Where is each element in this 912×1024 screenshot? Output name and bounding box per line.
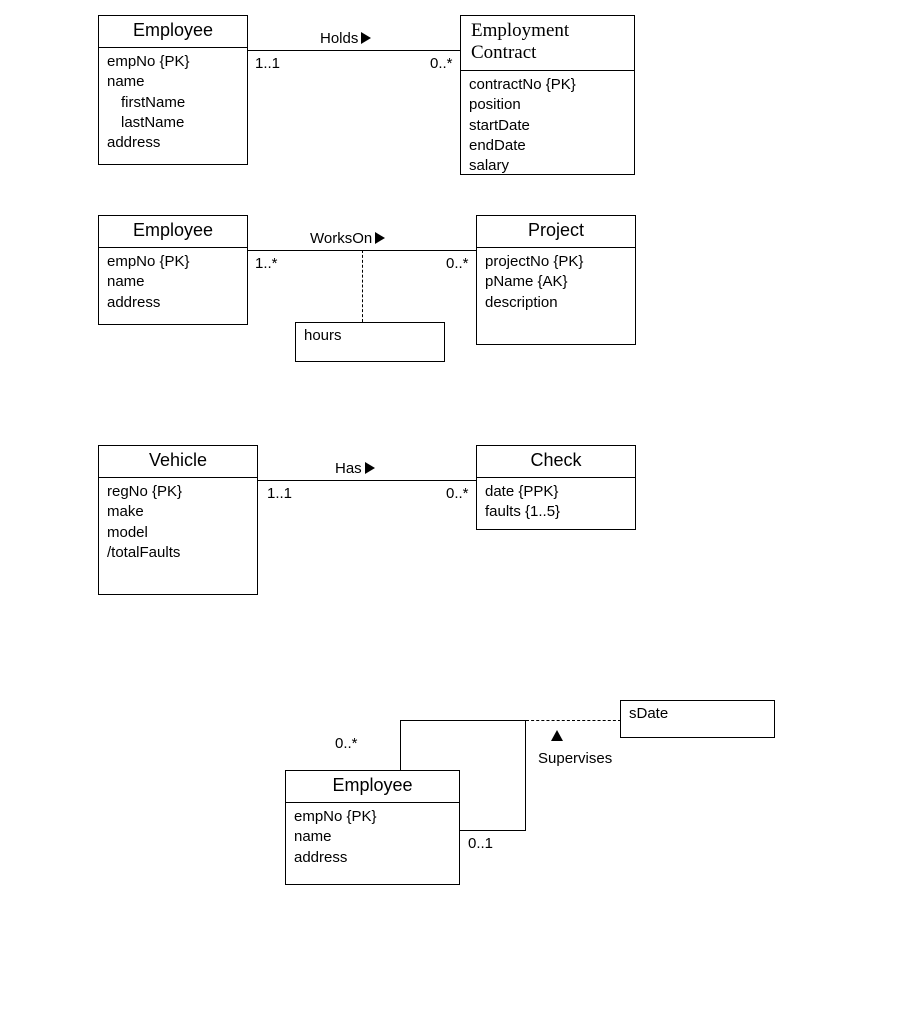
attr: lastName	[107, 113, 239, 133]
assoc-attr: sDate	[629, 705, 668, 722]
attr: firstName	[107, 93, 239, 113]
assoc-line-has	[258, 480, 476, 481]
attr: model	[107, 524, 148, 541]
attr: startDate	[469, 117, 530, 134]
attr: salary	[469, 157, 509, 174]
entity-attrs: empNo {PK} name address	[286, 803, 459, 876]
arrow-right-icon	[375, 232, 385, 244]
entity-title: Project	[477, 216, 635, 248]
entity-title-text: Employment Contract	[471, 20, 569, 63]
entity-title: Employment Contract	[461, 16, 634, 71]
attr: make	[107, 503, 144, 520]
mult-right: 0..*	[446, 485, 469, 502]
rel-text: WorksOn	[310, 230, 372, 247]
entity-attrs: empNo {PK} name firstName lastName addre…	[99, 48, 247, 161]
rel-label-holds: Holds	[320, 30, 371, 47]
assoc-dash-sdate	[526, 720, 621, 721]
arrow-right-icon	[361, 32, 371, 44]
attr: empNo {PK}	[107, 53, 190, 70]
entity-attrs: empNo {PK} name address	[99, 248, 247, 321]
entity-attrs: contractNo {PK} position startDate endDa…	[461, 71, 634, 184]
attr: pName {AK}	[485, 273, 568, 290]
entity-employment-contract: Employment Contract contractNo {PK} posi…	[460, 15, 635, 175]
entity-title: Employee	[99, 216, 247, 248]
attr: position	[469, 96, 521, 113]
assoc-class-sdate: sDate	[620, 700, 775, 738]
attr: address	[107, 294, 160, 311]
self-line-1	[400, 720, 401, 770]
attr: address	[294, 849, 347, 866]
attr: faults {1..5}	[485, 503, 560, 520]
arrow-up-icon	[551, 730, 563, 741]
self-line-2	[400, 720, 525, 721]
entity-employee-2: Employee empNo {PK} name address	[98, 215, 248, 325]
attr: projectNo {PK}	[485, 253, 583, 270]
attr: date {PPK}	[485, 483, 558, 500]
self-line-4	[460, 830, 526, 831]
attr: regNo {PK}	[107, 483, 182, 500]
attr: description	[485, 294, 558, 311]
rel-label-supervises: Supervises	[538, 750, 612, 767]
entity-attrs: date {PPK} faults {1..5}	[477, 478, 635, 531]
mult-top: 0..*	[335, 735, 358, 752]
entity-project: Project projectNo {PK} pName {AK} descri…	[476, 215, 636, 345]
entity-vehicle: Vehicle regNo {PK} make model /totalFaul…	[98, 445, 258, 595]
mult-left: 1..*	[255, 255, 278, 272]
attr: empNo {PK}	[107, 253, 190, 270]
self-line-3	[525, 720, 526, 830]
attr: endDate	[469, 137, 526, 154]
rel-text: Has	[335, 460, 362, 477]
entity-attrs: regNo {PK} make model /totalFaults	[99, 478, 257, 571]
mult-right: 0..*	[430, 55, 453, 72]
mult-right: 0..*	[446, 255, 469, 272]
uml-canvas: Employee empNo {PK} name firstName lastN…	[0, 0, 912, 1024]
assoc-line-holds	[248, 50, 460, 51]
assoc-attr: hours	[304, 327, 342, 344]
rel-label-workson: WorksOn	[310, 230, 385, 247]
attr: name	[294, 828, 332, 845]
entity-employee-4: Employee empNo {PK} name address	[285, 770, 460, 885]
rel-label-has: Has	[335, 460, 375, 477]
assoc-dash-workson	[362, 250, 363, 322]
entity-title: Check	[477, 446, 635, 478]
attr: empNo {PK}	[294, 808, 377, 825]
mult-bot: 0..1	[468, 835, 493, 852]
attr: name	[107, 73, 145, 90]
attr: address	[107, 134, 160, 151]
attr: name	[107, 273, 145, 290]
entity-employee-1: Employee empNo {PK} name firstName lastN…	[98, 15, 248, 165]
mult-left: 1..1	[267, 485, 292, 502]
attr: contractNo {PK}	[469, 76, 576, 93]
attr: /totalFaults	[107, 544, 180, 561]
rel-text: Holds	[320, 30, 358, 47]
entity-title: Employee	[99, 16, 247, 48]
mult-left: 1..1	[255, 55, 280, 72]
entity-attrs: projectNo {PK} pName {AK} description	[477, 248, 635, 321]
entity-title: Vehicle	[99, 446, 257, 478]
entity-check: Check date {PPK} faults {1..5}	[476, 445, 636, 530]
arrow-right-icon	[365, 462, 375, 474]
entity-title: Employee	[286, 771, 459, 803]
assoc-class-hours: hours	[295, 322, 445, 362]
